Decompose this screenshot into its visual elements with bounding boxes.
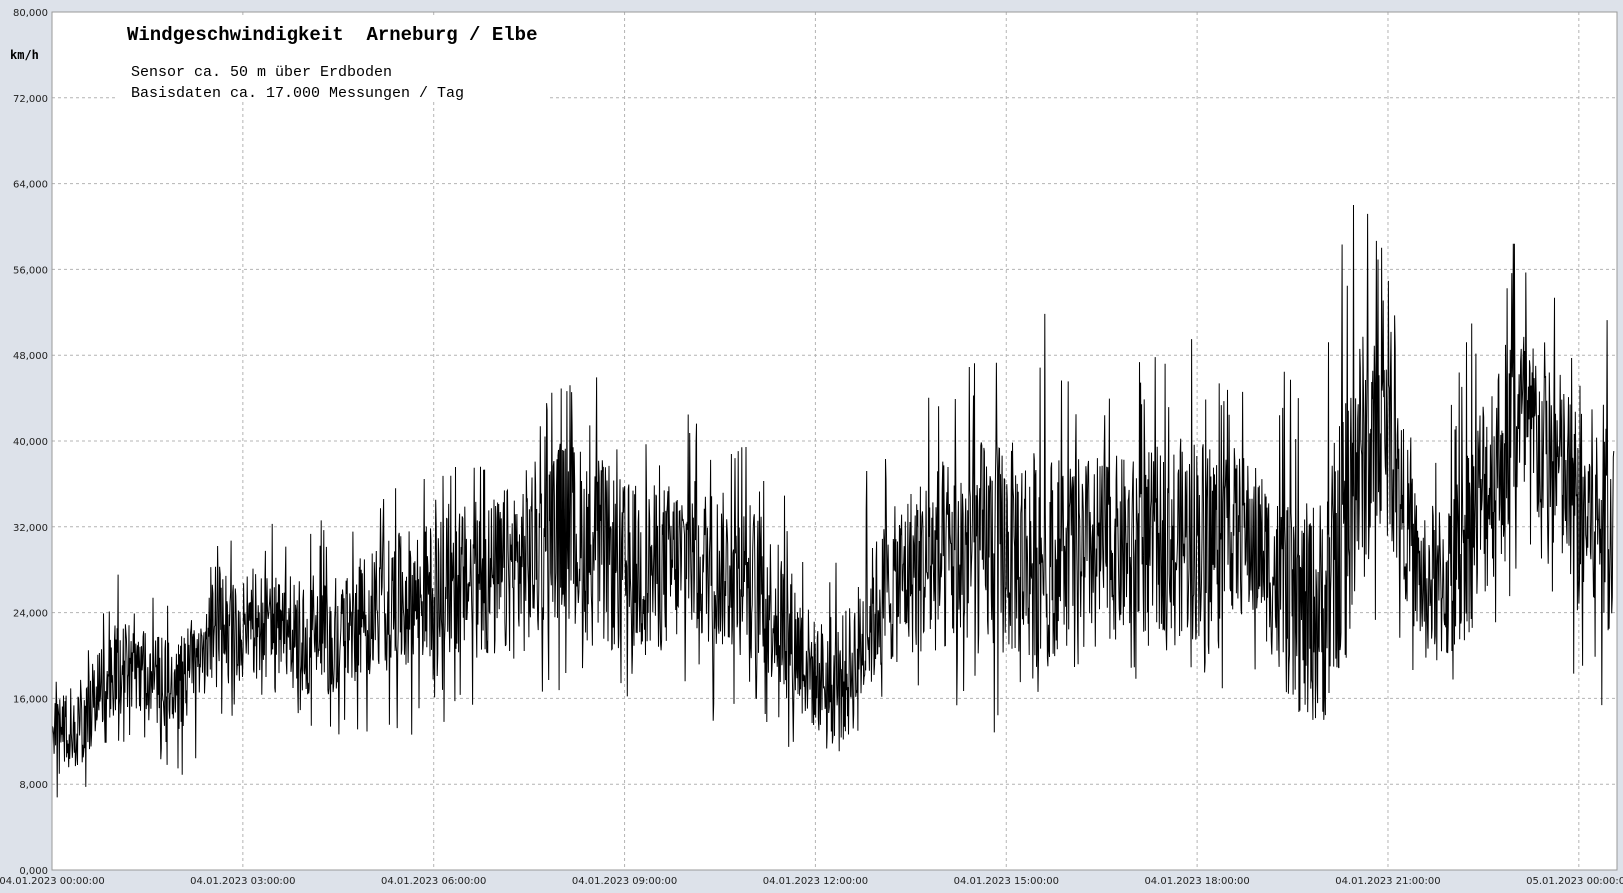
y-tick-label: 40,000 [13,437,48,448]
y-tick-label: 80,000 [13,8,48,19]
wind-speed-chart: 0,0008,00016,00024,00032,00040,00048,000… [0,8,1623,887]
y-tick-label: 8,000 [19,780,48,791]
x-tick-label: 04.01.2023 06:00:00 [381,876,486,887]
x-tick-label: 04.01.2023 03:00:00 [190,876,295,887]
x-tick-label: 04.01.2023 18:00:00 [1144,876,1249,887]
y-tick-label: 32,000 [13,523,48,534]
x-tick-label: 05.01.2023 00:00:00 [1526,876,1623,887]
x-tick-label: 04.01.2023 09:00:00 [572,876,677,887]
x-tick-label: 04.01.2023 21:00:00 [1335,876,1440,887]
x-tick-label: 04.01.2023 12:00:00 [763,876,868,887]
y-tick-label: 72,000 [13,94,48,105]
x-tick-labels: 04.01.2023 00:00:00 04.01.2023 03:00:00 04… [0,876,1623,887]
x-tick-label: 04.01.2023 15:00:00 [954,876,1059,887]
chart-subtitle-basisdaten: Basisdaten ca. 17.000 Messungen / Tag [131,85,464,102]
y-tick-label: 48,000 [13,351,48,362]
y-axis-unit-label: km/h [10,48,39,62]
y-tick-labels: 0,0008,00016,00024,00032,00040,00048,000… [13,8,48,877]
y-tick-label: 56,000 [13,265,48,276]
chart-subtitle-sensor: Sensor ca. 50 m über Erdboden [131,64,392,81]
y-tick-label: 24,000 [13,609,48,620]
x-tick-label: 04.01.2023 00:00:00 [0,876,105,887]
y-tick-label: 64,000 [13,180,48,191]
chart-title: Windgeschwindigkeit Arneburg / Elbe [127,24,537,46]
y-tick-label: 16,000 [13,694,48,705]
